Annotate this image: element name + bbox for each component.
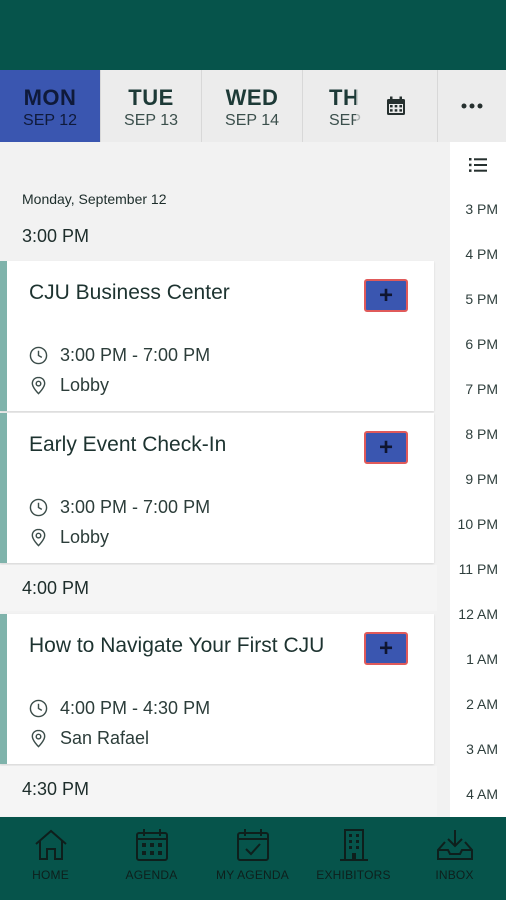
time-scrubber-label[interactable]: 3 PM — [465, 201, 498, 217]
day-tab-date: SEP 14 — [225, 112, 279, 129]
agenda-subheader — [0, 142, 437, 187]
calendar-icon — [387, 96, 405, 115]
building-icon — [339, 829, 368, 861]
plus-icon: + — [378, 634, 393, 662]
location-pin-icon — [31, 376, 46, 395]
plus-icon: + — [378, 281, 393, 309]
session-title: CJU Business Center — [29, 281, 230, 304]
calendar-grid-icon — [135, 829, 168, 861]
time-scrubber-label[interactable]: 7 PM — [465, 381, 498, 397]
time-scrubber-label[interactable]: 6 PM — [465, 336, 498, 352]
nav-label: INBOX — [435, 868, 474, 882]
day-tab-name: WED — [225, 85, 279, 110]
more-options-button[interactable] — [437, 70, 506, 142]
nav-label: HOME — [32, 868, 69, 882]
calendar-check-icon — [236, 829, 269, 861]
day-tab-date: SEP 13 — [124, 112, 178, 129]
time-scrubber-label[interactable]: 11 PM — [459, 561, 498, 577]
time-scrubber-label[interactable]: 8 PM — [465, 426, 498, 442]
day-tabs: MON SEP 12 TUE SEP 13 WED SEP 14 TH SEP — [0, 70, 506, 142]
session-time-row: 4:00 PM - 4:30 PM — [29, 698, 210, 719]
session-card[interactable]: How to Navigate Your First CJU + 4:00 PM… — [0, 614, 434, 764]
add-to-agenda-button[interactable]: + — [364, 431, 408, 464]
top-app-bar — [0, 0, 506, 70]
nav-inbox[interactable]: INBOX — [404, 817, 505, 900]
nav-my-agenda[interactable]: MY AGENDA — [202, 817, 303, 900]
session-card[interactable]: Early Event Check-In + 3:00 PM - 7:00 PM… — [0, 413, 434, 563]
time-scrubber-label[interactable]: 1 AM — [466, 651, 498, 667]
time-scrubber-label[interactable]: 9 PM — [465, 471, 498, 487]
day-tab-tue[interactable]: TUE SEP 13 — [101, 70, 202, 142]
nav-label: EXHIBITORS — [316, 868, 391, 882]
time-slot-header: 4:00 PM — [0, 565, 437, 611]
session-location-row: Lobby — [29, 527, 109, 548]
list-icon — [469, 157, 487, 172]
inbox-download-icon — [436, 830, 473, 860]
session-time: 4:00 PM - 4:30 PM — [60, 698, 211, 718]
nav-exhibitors[interactable]: EXHIBITORS — [303, 817, 404, 900]
session-location-row: San Rafael — [29, 728, 149, 749]
bottom-navigation: HOME AGENDA MY AGENDA EXHIBITORS INBOX — [0, 817, 506, 900]
session-time: 3:00 PM - 7:00 PM — [60, 345, 211, 365]
day-tab-wed[interactable]: WED SEP 14 — [202, 70, 303, 142]
time-scrubber-label[interactable]: 12 AM — [458, 606, 498, 622]
day-tab-mon[interactable]: MON SEP 12 — [0, 70, 101, 142]
session-location: Lobby — [60, 375, 110, 395]
time-slot-header: 4:30 PM — [0, 766, 437, 816]
time-scrubber-label[interactable]: 5 PM — [465, 291, 498, 307]
time-scrubber-label[interactable]: 10 PM — [458, 516, 498, 532]
session-title: Early Event Check-In — [29, 433, 227, 456]
nav-agenda[interactable]: AGENDA — [101, 817, 202, 900]
clock-icon — [29, 346, 48, 365]
session-location-row: Lobby — [29, 375, 109, 396]
day-tab-name: TUE — [128, 85, 174, 110]
day-tab-date: SEP 12 — [23, 112, 77, 129]
nav-label: AGENDA — [125, 868, 178, 882]
session-title: How to Navigate Your First CJU — [29, 634, 325, 657]
clock-icon — [29, 699, 48, 718]
session-location: Lobby — [60, 527, 110, 547]
time-slot-header: 3:00 PM — [0, 213, 437, 259]
time-scrubber-label[interactable]: 4 AM — [466, 786, 498, 802]
list-view-toggle[interactable] — [450, 142, 506, 187]
add-to-agenda-button[interactable]: + — [364, 279, 408, 312]
location-pin-icon — [31, 729, 46, 748]
time-scrubber-label[interactable]: 4 PM — [465, 246, 498, 262]
plus-icon: + — [378, 433, 393, 461]
time-scrubber-label[interactable]: 2 AM — [466, 696, 498, 712]
day-tab-name: MON — [23, 85, 77, 110]
session-time-row: 3:00 PM - 7:00 PM — [29, 345, 210, 366]
session-time: 3:00 PM - 7:00 PM — [60, 497, 211, 517]
day-heading: Monday, September 12 — [22, 191, 167, 207]
location-pin-icon — [31, 528, 46, 547]
nav-home[interactable]: HOME — [0, 817, 101, 900]
session-card[interactable]: CJU Business Center + 3:00 PM - 7:00 PM … — [0, 261, 434, 411]
session-location: San Rafael — [60, 728, 150, 748]
session-time-row: 3:00 PM - 7:00 PM — [29, 497, 210, 518]
add-to-agenda-button[interactable]: + — [364, 632, 408, 665]
time-scrubber-label[interactable]: 3 AM — [466, 741, 498, 757]
calendar-picker-button[interactable] — [356, 70, 436, 142]
time-scrubber[interactable]: 3 PM 4 PM 5 PM 6 PM 7 PM 8 PM 9 PM 10 PM… — [450, 187, 506, 817]
home-icon — [34, 829, 67, 860]
more-horizontal-icon — [461, 103, 483, 109]
clock-icon — [29, 498, 48, 517]
nav-label: MY AGENDA — [216, 868, 289, 882]
